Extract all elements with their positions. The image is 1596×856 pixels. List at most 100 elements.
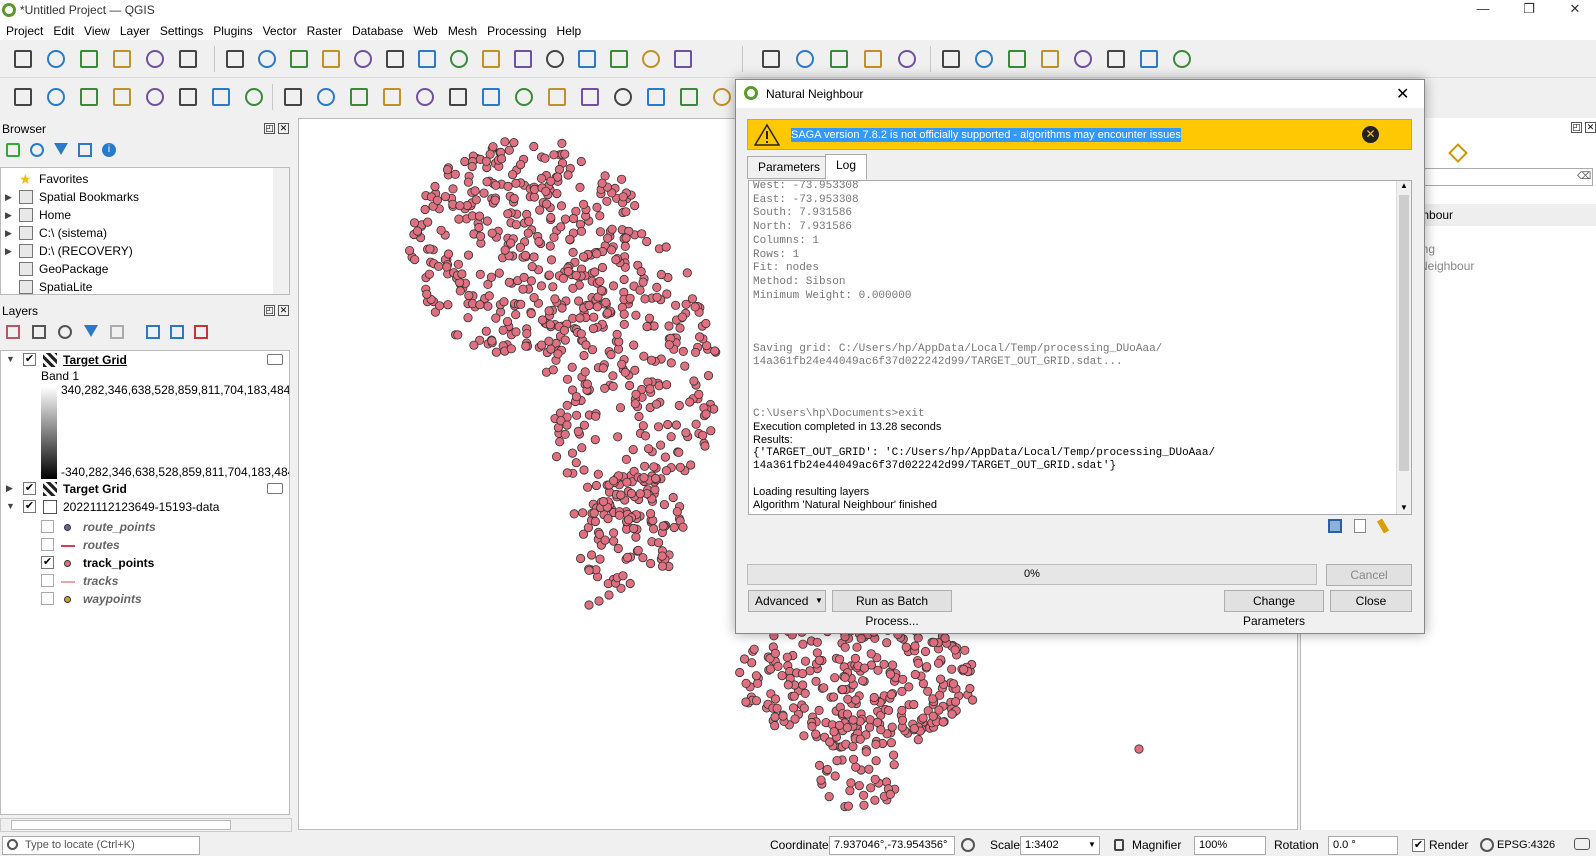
menu-view[interactable]: View	[80, 21, 114, 41]
sublayer-route-points[interactable]: route_points	[83, 518, 156, 536]
tab-parameters[interactable]: Parameters	[747, 156, 832, 179]
new-temporary-layer-icon[interactable]	[109, 84, 135, 110]
layer-checkbox[interactable]: ✔	[23, 353, 36, 366]
browser-scrollbar[interactable]	[273, 168, 289, 294]
pin-labels-icon[interactable]	[709, 84, 735, 110]
menu-mesh[interactable]: Mesh	[444, 21, 481, 41]
close-panel-icon[interactable]: ✕	[278, 123, 289, 134]
crs-button[interactable]: EPSG:4326	[1497, 836, 1555, 855]
close-panel-icon[interactable]: ✕	[278, 305, 289, 316]
menu-settings[interactable]: Settings	[156, 21, 207, 41]
messages-icon[interactable]	[1574, 838, 1590, 850]
minimize-button[interactable]: —	[1460, 0, 1506, 20]
select-icon[interactable]	[758, 46, 784, 72]
zoom-selection-icon[interactable]	[382, 46, 408, 72]
collapse-all-icon[interactable]	[78, 143, 92, 157]
filter-icon[interactable]	[54, 143, 68, 155]
zoom-last-icon[interactable]	[478, 46, 504, 72]
coordinate-field[interactable]: 7.937046°,-73.954356°	[829, 836, 955, 855]
data-source-manager-icon[interactable]	[10, 84, 36, 110]
attribute-table-icon[interactable]	[792, 46, 818, 72]
add-selected-icon[interactable]	[6, 143, 20, 157]
expand-arrow-icon[interactable]: ▶	[5, 210, 12, 221]
new-spatialite-icon[interactable]	[142, 84, 168, 110]
zoom-out-icon[interactable]	[318, 46, 344, 72]
style-layer-icon[interactable]	[6, 325, 20, 339]
paste-icon[interactable]	[577, 84, 603, 110]
menu-database[interactable]: Database	[348, 21, 407, 41]
collapse-arrow-icon[interactable]: ▼	[6, 501, 15, 511]
current-edits-icon[interactable]	[280, 84, 306, 110]
chevron-down-icon[interactable]: ▼	[1088, 840, 1096, 849]
sublayer-track-points[interactable]: track_points	[83, 554, 154, 572]
modify-attributes-icon[interactable]	[445, 84, 471, 110]
tab-log[interactable]: Log	[825, 154, 868, 180]
dismiss-warning-icon[interactable]: ✕	[1362, 126, 1379, 143]
rotation-spinbox[interactable]: 0.0 °	[1328, 836, 1398, 855]
menu-web[interactable]: Web	[409, 21, 441, 41]
create-mesh-icon[interactable]	[208, 84, 234, 110]
collapse-arrow-icon[interactable]: ▼	[6, 354, 15, 364]
manage-visibility-icon[interactable]	[58, 325, 72, 339]
deselect-icon[interactable]	[826, 46, 852, 72]
settings-icon[interactable]	[1169, 46, 1195, 72]
save-log-icon[interactable]	[1328, 519, 1342, 533]
new-map-view-icon[interactable]	[542, 46, 568, 72]
open-field-calc-icon[interactable]	[971, 46, 997, 72]
open-project-icon[interactable]	[43, 46, 69, 72]
menu-edit[interactable]: Edit	[49, 21, 78, 41]
group-checkbox[interactable]: ✔	[23, 500, 36, 513]
zoom-full-icon[interactable]	[350, 46, 376, 72]
sublayer-checkbox[interactable]	[41, 592, 54, 605]
collapse-all-icon[interactable]	[170, 325, 184, 339]
layer-indicator-icon[interactable]	[267, 483, 283, 494]
layer-indicator-icon[interactable]	[267, 354, 283, 365]
toolbox-search-input[interactable]	[1401, 168, 1593, 186]
pan-to-selection-icon[interactable]	[254, 46, 280, 72]
scroll-up-icon[interactable]: ▲	[1400, 181, 1408, 190]
scroll-thumb[interactable]	[1399, 195, 1409, 471]
expand-arrow-icon[interactable]: ▶	[5, 192, 12, 203]
render-checkbox[interactable]: ✔	[1412, 839, 1425, 852]
advanced-dropdown[interactable]: Advanced ▼	[748, 590, 826, 612]
close-button[interactable]: Close	[1330, 590, 1412, 612]
menu-project[interactable]: Project	[2, 21, 47, 41]
pan-icon[interactable]	[222, 46, 248, 72]
browser-item[interactable]: GeoPackage	[39, 260, 108, 278]
sublayer-routes[interactable]: routes	[83, 536, 120, 554]
vertex-tool-icon[interactable]	[412, 84, 438, 110]
layout-manager-icon[interactable]	[142, 46, 168, 72]
change-parameters-button[interactable]: Change Parameters	[1224, 590, 1324, 628]
horizontal-scrollbar[interactable]	[0, 818, 292, 832]
redo-icon[interactable]	[643, 84, 669, 110]
show-bookmarks-icon[interactable]	[638, 46, 664, 72]
browser-item[interactable]: D:\ (RECOVERY)	[39, 242, 133, 260]
log-scrollbar[interactable]: ▲ ▼	[1396, 181, 1411, 514]
temporal-icon[interactable]	[670, 46, 696, 72]
new-grid-icon[interactable]	[241, 84, 267, 110]
sublayer-checkbox[interactable]: ✔	[41, 556, 54, 569]
float-panel-icon[interactable]: ◰	[264, 123, 275, 134]
label-icon[interactable]	[676, 84, 702, 110]
remove-layer-icon[interactable]	[194, 325, 208, 339]
delete-selected-icon[interactable]	[478, 84, 504, 110]
attribute-table-icon[interactable]	[1070, 46, 1096, 72]
digitize-icon[interactable]	[379, 84, 405, 110]
sublayer-checkbox[interactable]	[41, 520, 54, 533]
zoom-layer-icon[interactable]	[414, 46, 440, 72]
expand-arrow-icon[interactable]: ▶	[6, 483, 13, 494]
toggle-editing-icon[interactable]	[313, 84, 339, 110]
add-group-icon[interactable]	[32, 325, 46, 339]
measure-icon[interactable]	[1103, 46, 1129, 72]
menu-layer[interactable]: Layer	[116, 21, 154, 41]
annotation-icon[interactable]	[1136, 46, 1162, 72]
menu-raster[interactable]: Raster	[303, 21, 346, 41]
new-3d-view-icon[interactable]	[574, 46, 600, 72]
sublayer-tracks[interactable]: tracks	[83, 572, 118, 590]
menu-vector[interactable]: Vector	[259, 21, 301, 41]
sublayer-checkbox[interactable]	[41, 574, 54, 587]
locator-search-input[interactable]: Type to locate (Ctrl+K)	[2, 836, 200, 855]
close-panel-icon[interactable]: ✕	[1585, 122, 1596, 133]
browser-item[interactable]: Spatial Bookmarks	[39, 188, 139, 206]
float-panel-icon[interactable]: ◰	[264, 305, 275, 316]
